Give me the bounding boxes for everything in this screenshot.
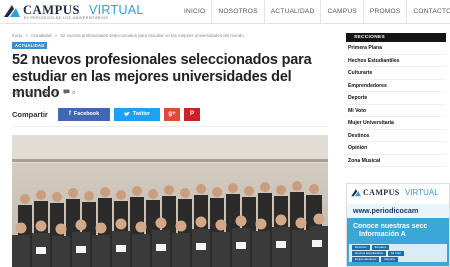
breadcrumb-separator: » <box>54 33 58 38</box>
sidebar-item-mujer-universitaria[interactable]: Mujer Universitaria <box>346 117 446 130</box>
nav-item-inicio[interactable]: INICIO <box>178 0 211 24</box>
logo-tagline: EL PERIÓDICO DE LOS UNIVERSITARIOS <box>24 16 109 20</box>
ad-sections-strip: Destinos Empleos Hechos Estudiantiles Mi… <box>349 244 447 262</box>
sidebar-item-emprendedores[interactable]: Emprendedores <box>346 80 446 92</box>
share-twitter-button[interactable]: Twitter <box>114 107 160 121</box>
ad-headline-line2: Información A <box>359 231 406 238</box>
twitter-icon <box>123 111 130 116</box>
views-count: 24 <box>52 89 58 95</box>
nav-item-promos[interactable]: PROMOS <box>362 0 407 24</box>
breadcrumb-section[interactable]: Actualidad <box>31 33 52 38</box>
site-logo[interactable]: CAMPUS VIRTUAL EL PERIÓDICO DE LOS UNIVE… <box>2 2 152 22</box>
main-nav: INICIO NOSOTROS ACTUALIDAD CAMPUS PROMOS… <box>178 0 450 24</box>
eye-icon <box>42 89 51 95</box>
ad-chip: Empleos <box>371 245 390 250</box>
ad-headline-line1: Conoce nuestras secc <box>353 223 428 230</box>
ad-chip: Deporte <box>381 257 399 262</box>
sidebar-item-zona-musical[interactable]: Zona Musical <box>346 155 446 167</box>
share-bar: Compartir f Facebook Twitter g+ P <box>12 107 328 121</box>
comment-icon <box>63 89 70 95</box>
site-header: CAMPUS VIRTUAL EL PERIÓDICO DE LOS UNIVE… <box>0 0 450 24</box>
featured-image[interactable] <box>12 135 328 267</box>
ad-chip-row: Emprendedores Deporte <box>352 257 399 262</box>
breadcrumb-separator: » <box>25 33 28 38</box>
breadcrumb: Inicio » Actualidad » 52 nuevos profesio… <box>12 33 246 38</box>
facebook-icon: f <box>68 111 71 117</box>
share-facebook-label: Facebook <box>73 111 100 117</box>
share-pinterest-button[interactable]: P <box>184 107 200 121</box>
sidebar-item-deporte[interactable]: Deporte <box>346 92 446 105</box>
ad-banner-body: Conoce nuestras secc Información A Desti… <box>347 218 449 266</box>
share-twitter-label: Twitter <box>132 111 151 117</box>
nav-item-nosotros[interactable]: NOSOTROS <box>211 0 263 24</box>
views-counter: 24 <box>42 89 58 95</box>
sidebar-item-hechos-estudiantiles[interactable]: Hechos Estudiantiles <box>346 55 446 67</box>
pinterest-icon: P <box>189 111 194 117</box>
ad-chip-row: Hechos Estudiantiles Mi Voto <box>352 251 405 256</box>
sidebar-item-primera-plana[interactable]: Primera Plana <box>346 42 446 55</box>
nav-item-campus[interactable]: CAMPUS <box>320 0 362 24</box>
logo-mark-icon <box>351 189 361 197</box>
logo-text-virtual: VIRTUAL <box>89 3 144 17</box>
ad-url: www.periodicocam <box>347 204 449 218</box>
nav-item-contacto[interactable]: CONTACTO <box>406 0 450 24</box>
sidebar-item-opinion[interactable]: Opinión <box>346 142 446 155</box>
sidebar-ad-banner[interactable]: CAMPUS VIRTUAL www.periodicocam Conoce n… <box>346 183 450 267</box>
sidebar: SECCIONES Primera Plana Hechos Estudiant… <box>346 33 446 167</box>
logo-mark-icon <box>4 5 20 17</box>
comments-counter[interactable]: 0 <box>63 89 75 95</box>
article-date: ago 4, 2015 <box>12 89 37 95</box>
divider <box>12 126 328 127</box>
ad-chip: Emprendedores <box>352 257 380 262</box>
ad-logo-text-campus: CAMPUS <box>363 188 400 197</box>
share-label: Compartir <box>12 109 48 119</box>
ad-logo: CAMPUS VIRTUAL <box>347 184 449 204</box>
share-googleplus-button[interactable]: g+ <box>164 107 180 121</box>
breadcrumb-home[interactable]: Inicio <box>12 33 22 38</box>
group-photo-graphic <box>12 135 328 267</box>
category-badge[interactable]: ACTUALIDAD <box>12 42 48 49</box>
share-facebook-button[interactable]: f Facebook <box>58 107 110 121</box>
page: CAMPUS VIRTUAL EL PERIÓDICO DE LOS UNIVE… <box>0 0 450 267</box>
ad-chip: Destinos <box>352 245 370 250</box>
ad-logo-text-virtual: VIRTUAL <box>405 188 439 197</box>
sidebar-item-destinos[interactable]: Destinos <box>346 130 446 142</box>
googleplus-icon: g+ <box>168 111 176 117</box>
ad-chip: Hechos Estudiantiles <box>352 251 387 256</box>
sidebar-item-culturarte[interactable]: Culturarte <box>346 67 446 80</box>
breadcrumb-current: 52 nuevos profesionales seleccionados pa… <box>60 33 244 38</box>
nav-item-actualidad[interactable]: ACTUALIDAD <box>263 0 321 24</box>
ad-chip-row: Destinos Empleos <box>352 245 390 250</box>
sidebar-item-mi-voto[interactable]: Mi Voto <box>346 105 446 117</box>
article-meta: ago 4, 2015 24 0 <box>12 89 75 95</box>
sidebar-heading: SECCIONES <box>346 33 446 42</box>
ad-chip: Mi Voto <box>388 251 405 256</box>
comments-count: 0 <box>72 89 75 95</box>
